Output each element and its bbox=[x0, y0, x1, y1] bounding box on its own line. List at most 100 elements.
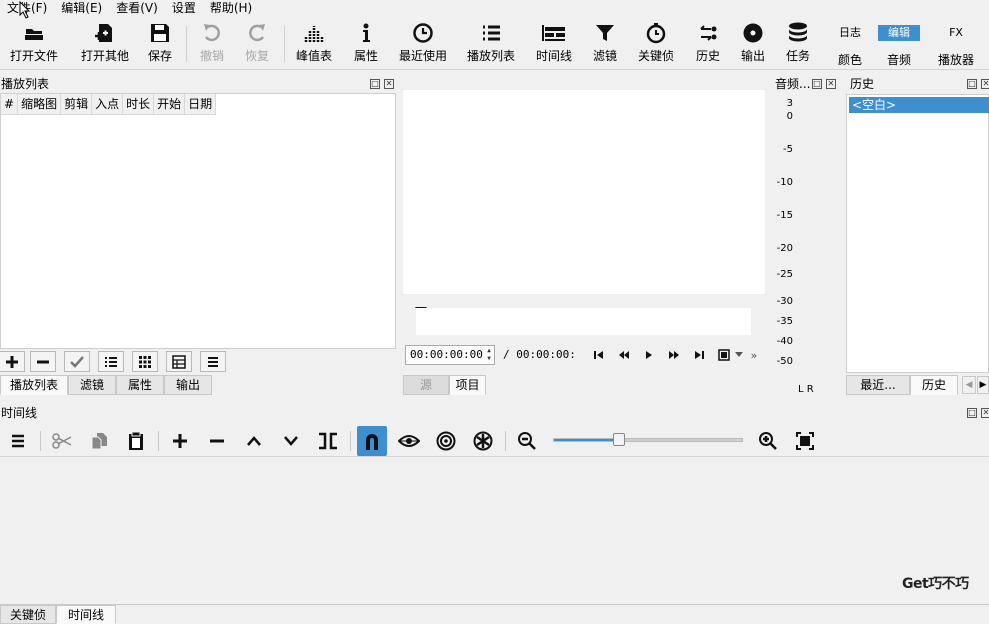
redo-button[interactable]: 恢复 bbox=[241, 18, 273, 70]
zoom-dropdown-button[interactable] bbox=[733, 347, 745, 363]
float-icon[interactable]: □ bbox=[967, 408, 977, 418]
float-icon[interactable]: □ bbox=[967, 79, 977, 89]
tab-project[interactable]: 项目 bbox=[449, 375, 486, 395]
paste-button[interactable] bbox=[121, 426, 151, 456]
view-tiles-button[interactable] bbox=[132, 351, 158, 372]
history-list[interactable]: <空白> bbox=[846, 94, 989, 373]
playlist-table[interactable]: # 缩略图 剪辑 入点 时长 开始 日期 bbox=[0, 93, 396, 349]
close-icon[interactable]: ✕ bbox=[384, 79, 394, 89]
recent-button[interactable]: 最近使用 bbox=[396, 18, 450, 70]
menu-edit[interactable]: 编辑(E) bbox=[54, 0, 109, 17]
save-button[interactable]: 保存 bbox=[144, 18, 176, 70]
view-details-button[interactable] bbox=[98, 351, 124, 372]
tab-recent[interactable]: 最近... bbox=[846, 375, 910, 395]
playlist-update-button[interactable] bbox=[64, 351, 90, 372]
history-item[interactable]: <空白> bbox=[849, 97, 989, 113]
close-icon[interactable]: ✕ bbox=[981, 408, 989, 418]
ripple-toggle-button[interactable] bbox=[431, 426, 461, 456]
timecode-input[interactable]: 00:00:00:00 ▲ ▼ bbox=[405, 345, 495, 365]
menu-help[interactable]: 帮助(H) bbox=[203, 0, 259, 17]
zoom-fit-button[interactable] bbox=[715, 347, 733, 363]
col-date[interactable]: 日期 bbox=[185, 94, 217, 114]
layout-tab-editing[interactable]: 编辑 bbox=[878, 25, 920, 41]
tab-keyframes[interactable]: 关键侦 bbox=[0, 605, 56, 624]
skip-next-button[interactable] bbox=[690, 347, 708, 363]
zoom-slider-handle[interactable] bbox=[613, 433, 625, 446]
timeline-menu-button[interactable] bbox=[3, 426, 33, 456]
playlist-menu-button[interactable] bbox=[200, 351, 226, 372]
meter-tick: -50 bbox=[776, 356, 793, 367]
zoom-fit-timeline-button[interactable] bbox=[790, 426, 820, 456]
open-other-button[interactable]: 打开其他 bbox=[76, 18, 134, 70]
playlist-add-button[interactable] bbox=[0, 351, 25, 372]
tab-history[interactable]: 历史 bbox=[910, 375, 958, 395]
export-button[interactable]: 输出 bbox=[737, 18, 769, 70]
skip-previous-button[interactable] bbox=[590, 347, 608, 363]
tab-properties[interactable]: 属性 bbox=[116, 375, 164, 395]
copy-button[interactable] bbox=[84, 426, 114, 456]
col-in[interactable]: 入点 bbox=[92, 94, 124, 114]
tab-export[interactable]: 输出 bbox=[164, 375, 212, 395]
view-icons-button[interactable] bbox=[166, 351, 192, 372]
tab-playlist[interactable]: 播放列表 bbox=[0, 375, 68, 395]
skip-previous-icon bbox=[594, 351, 603, 359]
layout-tab-player[interactable]: 播放器 bbox=[932, 52, 980, 68]
chevron-down-icon bbox=[735, 352, 743, 357]
scissors-icon bbox=[52, 433, 72, 449]
ripple-delete-button[interactable] bbox=[202, 426, 232, 456]
rewind-button[interactable] bbox=[615, 347, 633, 363]
spin-down-icon[interactable]: ▼ bbox=[485, 355, 493, 363]
col-duration[interactable]: 时长 bbox=[123, 94, 155, 114]
timeline-button[interactable]: 时间线 bbox=[533, 18, 575, 70]
snap-toggle-button[interactable] bbox=[357, 426, 387, 456]
scrub-bar[interactable] bbox=[416, 308, 751, 335]
play-button[interactable] bbox=[640, 347, 658, 363]
col-start[interactable]: 开始 bbox=[154, 94, 186, 114]
keyframes-button[interactable]: 关键侦 bbox=[636, 18, 676, 70]
close-icon[interactable]: ✕ bbox=[826, 79, 836, 89]
undo-button[interactable]: 撤销 bbox=[196, 18, 228, 70]
properties-button[interactable]: 属性 bbox=[350, 18, 382, 70]
zoom-in-button[interactable] bbox=[753, 426, 783, 456]
layout-tab-logging[interactable]: 日志 bbox=[831, 25, 869, 41]
scrub-toggle-button[interactable] bbox=[394, 426, 424, 456]
playlist-button[interactable]: 播放列表 bbox=[465, 18, 517, 70]
float-icon[interactable]: □ bbox=[370, 79, 380, 89]
cut-button[interactable] bbox=[47, 426, 77, 456]
layout-tab-color[interactable]: 颜色 bbox=[831, 52, 869, 68]
minus-icon bbox=[37, 360, 49, 363]
close-icon[interactable]: ✕ bbox=[981, 79, 989, 89]
zoom-slider[interactable] bbox=[553, 438, 743, 442]
history-button[interactable]: 历史 bbox=[692, 18, 724, 70]
tab-scroll-left-icon[interactable]: ◀ bbox=[962, 376, 976, 394]
zoom-out-button[interactable] bbox=[512, 426, 542, 456]
ripple-all-tracks-button[interactable] bbox=[468, 426, 498, 456]
video-viewer[interactable] bbox=[403, 90, 765, 294]
col-clip[interactable]: 剪辑 bbox=[61, 94, 93, 114]
more-controls-icon[interactable]: » bbox=[748, 347, 760, 363]
spin-up-icon[interactable]: ▲ bbox=[485, 347, 493, 355]
menu-view[interactable]: 查看(V) bbox=[109, 0, 165, 17]
playlist-remove-button[interactable] bbox=[30, 351, 56, 372]
overwrite-button[interactable] bbox=[276, 426, 306, 456]
layout-tab-fx[interactable]: FX bbox=[937, 25, 975, 41]
timeline-tracks-area[interactable] bbox=[0, 458, 989, 604]
lift-button[interactable] bbox=[239, 426, 269, 456]
tab-filters[interactable]: 滤镜 bbox=[68, 375, 116, 395]
playlist-panel-title: 播放列表 bbox=[1, 77, 50, 91]
append-button[interactable] bbox=[165, 426, 195, 456]
filters-button[interactable]: 滤镜 bbox=[589, 18, 621, 70]
fast-forward-button[interactable] bbox=[665, 347, 683, 363]
col-thumbnail[interactable]: 缩略图 bbox=[18, 94, 62, 114]
float-icon[interactable]: □ bbox=[812, 79, 822, 89]
layout-tab-audio[interactable]: 音频 bbox=[878, 52, 920, 68]
tab-source[interactable]: 源 bbox=[403, 375, 449, 395]
menu-settings[interactable]: 设置 bbox=[165, 0, 203, 17]
jobs-button[interactable]: 任务 bbox=[782, 18, 814, 70]
col-index[interactable]: # bbox=[1, 94, 19, 114]
tab-scroll-right-icon[interactable]: ▶ bbox=[977, 376, 989, 394]
split-button[interactable] bbox=[313, 426, 343, 456]
open-file-button[interactable]: 打开文件 bbox=[8, 18, 60, 70]
peak-meter-button[interactable]: 峰值表 bbox=[294, 18, 334, 70]
tab-timeline[interactable]: 时间线 bbox=[56, 605, 116, 624]
